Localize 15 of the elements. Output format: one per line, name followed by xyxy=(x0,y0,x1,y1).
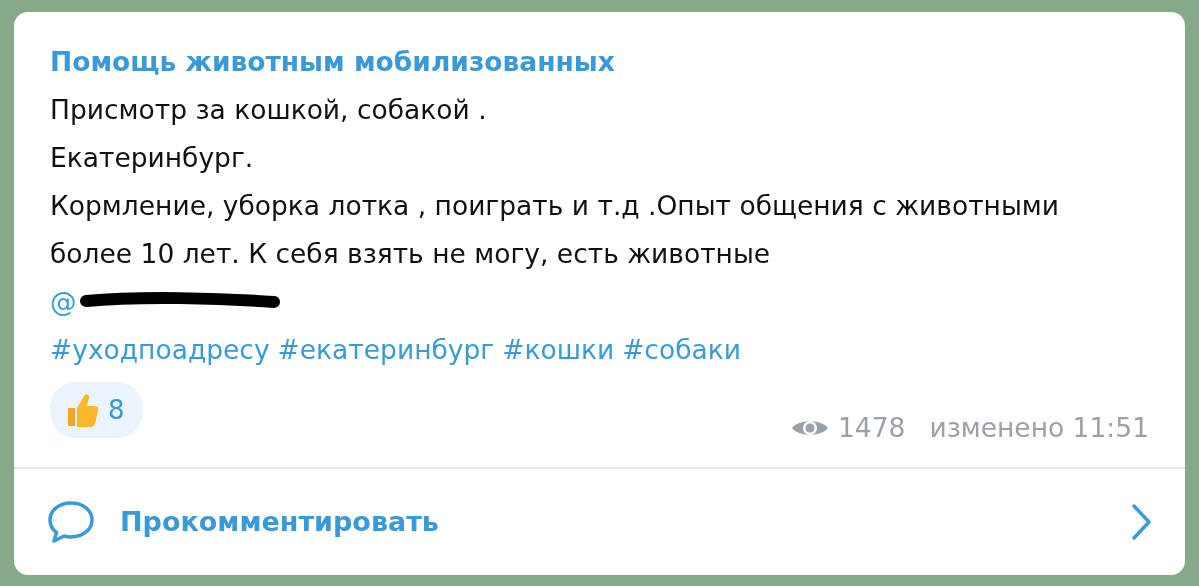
edited-time: изменено 11:51 xyxy=(929,411,1149,445)
comment-icon xyxy=(46,499,96,545)
chevron-right-icon[interactable] xyxy=(1131,503,1153,541)
message-text: Екатеринбург. xyxy=(50,141,255,175)
message-text: Кормление, уборка лотка , поиграть и т.д .Опыт общения с животными более 10 лет. К себя взять не могу, есть животные xyxy=(50,189,1061,271)
hashtag-link[interactable]: #уходпоадресу xyxy=(50,326,270,374)
reaction-button[interactable]: 8 xyxy=(50,382,143,438)
comment-button[interactable]: Прокомментировать xyxy=(120,501,439,543)
hashtag-link[interactable]: #собаки xyxy=(622,326,741,374)
hashtag-link[interactable]: #кошки xyxy=(502,326,615,374)
hashtag-link[interactable]: #екатеринбург xyxy=(277,326,495,374)
view-count: 1478 xyxy=(837,411,906,445)
message-text: Присмотр за кошкой, собакой . xyxy=(50,93,488,127)
mention-link[interactable]: @ xyxy=(50,286,77,317)
channel-name[interactable]: Помощь животным мобилизованных xyxy=(50,38,1149,86)
